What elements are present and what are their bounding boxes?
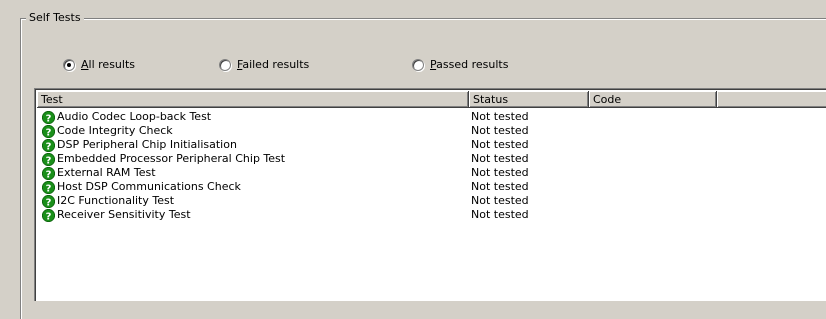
question-icon: ? (42, 180, 55, 194)
column-header-status[interactable]: Status (469, 91, 589, 108)
question-icon: ? (42, 166, 55, 180)
question-icon: ? (42, 152, 55, 166)
test-name: Code Integrity Check (57, 124, 173, 137)
svg-text:?: ? (46, 169, 52, 180)
test-name: External RAM Test (57, 166, 156, 179)
failed-results-label: Failed results (237, 58, 310, 71)
test-name: Embedded Processor Peripheral Chip Test (57, 152, 286, 165)
test-status: Not tested (471, 180, 529, 193)
svg-text:?: ? (46, 183, 52, 194)
test-status: Not tested (471, 208, 529, 221)
test-name: Receiver Sensitivity Test (57, 208, 191, 221)
all-results-label: All results (81, 58, 135, 71)
test-name: Audio Codec Loop-back Test (57, 110, 212, 123)
test-status: Not tested (471, 166, 529, 179)
passed-results-radio-button[interactable] (412, 58, 424, 71)
all-results-radio[interactable]: All results (63, 58, 135, 71)
question-icon: ? (42, 138, 55, 152)
column-header-code[interactable]: Code (589, 91, 717, 108)
test-name: Host DSP Communications Check (57, 180, 241, 193)
question-icon: ? (42, 194, 55, 208)
table-row[interactable]: ? Code Integrity Check Not tested (37, 124, 826, 138)
passed-results-radio[interactable]: Passed results (412, 58, 508, 71)
test-status: Not tested (471, 110, 529, 123)
question-icon: ? (42, 208, 55, 222)
failed-results-radio[interactable]: Failed results (219, 58, 309, 71)
passed-results-label: Passed results (430, 58, 509, 71)
table-row[interactable]: ? Host DSP Communications Check Not test… (37, 180, 826, 194)
failed-results-radio-button[interactable] (219, 58, 231, 71)
table-row[interactable]: ? DSP Peripheral Chip Initialisation Not… (37, 138, 826, 152)
svg-text:?: ? (46, 211, 52, 222)
test-status: Not tested (471, 124, 529, 137)
column-header-test[interactable]: Test (37, 91, 469, 108)
test-name: DSP Peripheral Chip Initialisation (57, 138, 237, 151)
table-row[interactable]: ? Receiver Sensitivity Test Not tested (37, 208, 826, 222)
list-header: Test Status Code (37, 91, 826, 108)
question-icon: ? (42, 124, 55, 138)
question-icon: ? (42, 110, 55, 124)
list-rows: ? Audio Codec Loop-back Test Not tested … (37, 110, 826, 222)
self-tests-title: Self Tests (26, 11, 84, 24)
table-row[interactable]: ? Embedded Processor Peripheral Chip Tes… (37, 152, 826, 166)
svg-text:?: ? (46, 155, 52, 166)
svg-text:?: ? (46, 113, 52, 124)
test-status: Not tested (471, 138, 529, 151)
column-header-extra[interactable] (717, 91, 826, 108)
test-name: I2C Functionality Test (57, 194, 175, 207)
table-row[interactable]: ? I2C Functionality Test Not tested (37, 194, 826, 208)
all-results-radio-button[interactable] (63, 58, 75, 71)
self-tests-list[interactable]: Test Status Code ? Audio Codec Loop-back… (34, 88, 826, 301)
test-status: Not tested (471, 152, 529, 165)
table-row[interactable]: ? Audio Codec Loop-back Test Not tested (37, 110, 826, 124)
table-row[interactable]: ? External RAM Test Not tested (37, 166, 826, 180)
svg-text:?: ? (46, 127, 52, 138)
test-status: Not tested (471, 194, 529, 207)
svg-text:?: ? (46, 141, 52, 152)
svg-text:?: ? (46, 197, 52, 208)
